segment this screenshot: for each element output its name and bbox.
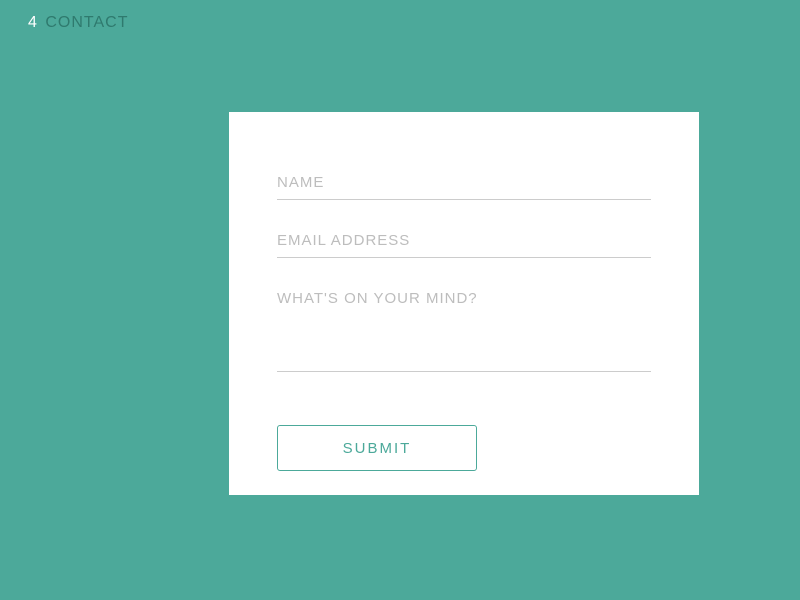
section-header: 4 CONTACT [28,14,129,32]
submit-button[interactable]: SUBMIT [277,425,477,471]
section-title: CONTACT [45,14,128,31]
contact-form-card: SUBMIT [229,112,699,495]
email-input[interactable] [277,224,651,258]
name-input[interactable] [277,166,651,200]
section-number: 4 [28,14,38,31]
message-textarea[interactable] [277,282,651,372]
